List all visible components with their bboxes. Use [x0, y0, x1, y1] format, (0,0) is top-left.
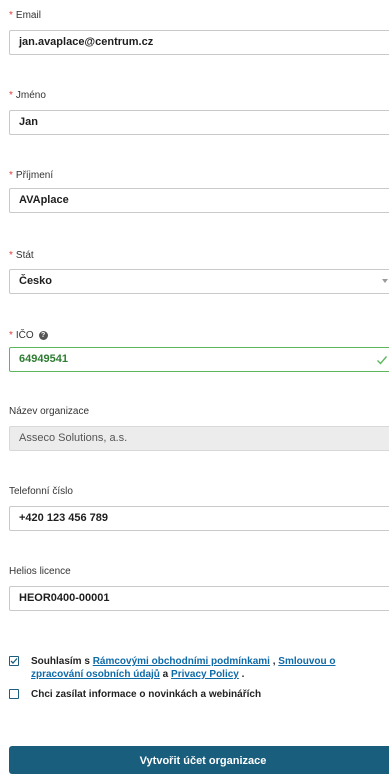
ico-label: * IČO?	[9, 330, 48, 341]
question-circle-icon[interactable]: ?	[38, 331, 48, 340]
phone-field[interactable]: +420 123 456 789	[9, 506, 389, 531]
privacy-policy-link[interactable]: Privacy Policy	[171, 669, 239, 680]
required-marker: *	[9, 330, 13, 341]
ico-value: 64949541	[19, 353, 68, 365]
terms-link[interactable]: Rámcovými obchodními podmínkami	[93, 656, 270, 667]
country-label: * Stát	[9, 250, 34, 261]
email-field[interactable]: jan.avaplace@centrum.cz	[9, 30, 389, 55]
newsletter-checkbox[interactable]	[9, 689, 19, 699]
organization-value: Asseco Solutions, a.s.	[19, 432, 128, 444]
helios-licence-label: Helios licence	[9, 566, 71, 577]
checkmark-icon	[377, 356, 388, 365]
email-value: jan.avaplace@centrum.cz	[19, 36, 154, 48]
required-marker: *	[9, 250, 13, 261]
organization-label: Název organizace	[9, 406, 90, 417]
newsletter-label: Chci zasílat informace o novinkách a web…	[31, 689, 262, 700]
required-marker: *	[9, 170, 13, 181]
country-value: Česko	[19, 275, 53, 287]
first-name-field[interactable]: Jan	[9, 110, 389, 135]
last-name-field[interactable]: AVAplace	[9, 188, 389, 213]
last-name-value: AVAplace	[19, 194, 69, 206]
create-organization-account-button[interactable]: Vytvořit účet organizace	[9, 746, 389, 774]
first-name-value: Jan	[19, 116, 38, 128]
checkmark-icon	[10, 658, 18, 664]
country-select[interactable]: Česko	[9, 269, 389, 294]
consent-checkbox[interactable]	[9, 656, 19, 666]
ico-field[interactable]: 64949541	[9, 347, 389, 372]
required-marker: *	[9, 10, 13, 21]
first-name-label: * Jméno	[9, 90, 46, 101]
caret-down-icon[interactable]	[382, 279, 388, 283]
consent-text: Souhlasím s Rámcovými obchodními podmínk…	[31, 656, 336, 680]
last-name-label: * Příjmení	[9, 170, 54, 181]
phone-value: +420 123 456 789	[19, 512, 109, 524]
email-label: * Email	[9, 10, 41, 21]
helios-licence-field[interactable]: HEOR0400-00001	[9, 586, 389, 611]
phone-label: Telefonní číslo	[9, 486, 73, 497]
helios-licence-value: HEOR0400-00001	[19, 592, 110, 604]
required-marker: *	[9, 90, 13, 101]
organization-field: Asseco Solutions, a.s.	[9, 426, 389, 451]
